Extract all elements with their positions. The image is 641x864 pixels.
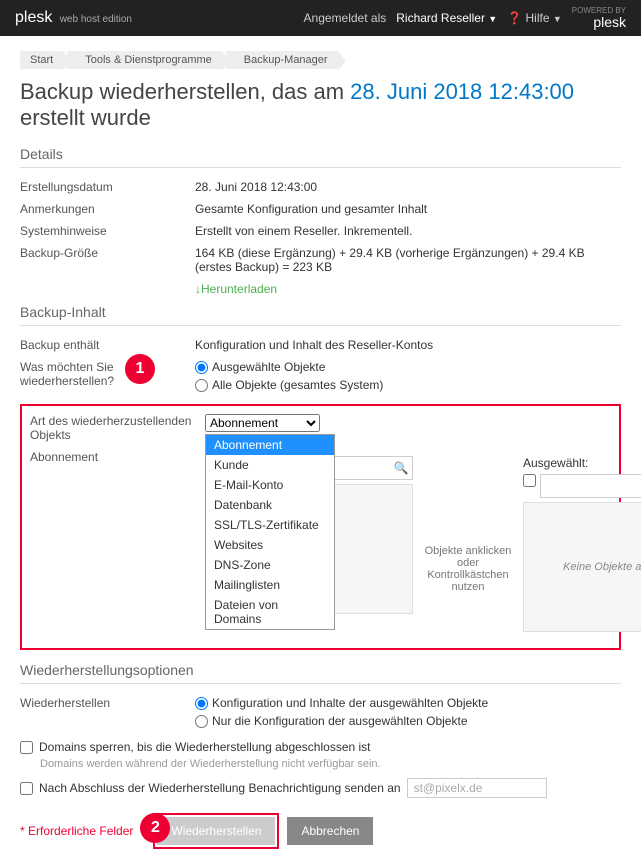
sys-value: Erstellt von einem Reseller. Inkrementel… <box>195 224 621 238</box>
object-type-label: Art des wiederherzustellenden Objekts <box>30 414 205 442</box>
subscription-label: Abonnement <box>30 450 205 464</box>
section-content: Backup-Inhalt <box>20 304 621 326</box>
user-menu[interactable]: Richard Reseller ▼ <box>396 11 497 25</box>
notify-checkbox[interactable] <box>20 782 33 795</box>
restore-mode-label: Wiederherstellen <box>20 696 195 732</box>
download-link[interactable]: Herunterladen <box>201 282 277 296</box>
dd-option[interactable]: Datenbank <box>206 495 334 515</box>
notes-value: Gesamte Konfiguration und gesamter Inhal… <box>195 202 621 216</box>
dd-option[interactable]: Abonnement <box>206 435 334 455</box>
section-details: Details <box>20 146 621 168</box>
size-value: 164 KB (diese Ergänzung) + 29.4 KB (vorh… <box>195 246 621 274</box>
callout-1: 1 <box>125 354 155 384</box>
selected-list: Keine Objekte ausgewählt <box>523 502 641 632</box>
radio-all-objects[interactable] <box>195 379 208 392</box>
restore-what-label: Was möchten Sie wiederherstellen? <box>20 360 195 396</box>
dd-option[interactable]: E-Mail-Konto <box>206 475 334 495</box>
breadcrumb-item[interactable]: Start <box>20 51 63 69</box>
object-type-dropdown: Abonnement Kunde E-Mail-Konto Datenbank … <box>205 434 335 630</box>
chevron-down-icon: ▼ <box>553 14 562 24</box>
dd-option[interactable]: Kunde <box>206 455 334 475</box>
radio-conf-content[interactable] <box>195 697 208 710</box>
restore-button-highlight: 2 Wiederherstellen <box>153 813 279 849</box>
dd-option[interactable]: Dateien von Domains <box>206 595 334 629</box>
top-header: plesk web host edition Angemeldet als Ri… <box>0 0 641 36</box>
contains-label: Backup enthält <box>20 338 195 352</box>
created-value: 28. Juni 2018 12:43:00 <box>195 180 621 194</box>
section-options: Wiederherstellungsoptionen <box>20 662 621 684</box>
footer-row: * Erforderliche Felder 2 Wiederherstelle… <box>20 813 621 849</box>
powered-by: POWERED BY plesk <box>572 7 626 29</box>
chevron-down-icon: ▼ <box>488 14 497 24</box>
dd-option[interactable]: SSL/TLS-Zertifikate <box>206 515 334 535</box>
logged-in-label: Angemeldet als <box>304 11 387 25</box>
brand-edition: web host edition <box>60 14 132 25</box>
dd-option[interactable]: Mailinglisten <box>206 575 334 595</box>
object-selection-box: Art des wiederherzustellenden Objekts Ab… <box>20 404 621 650</box>
restore-button[interactable]: Wiederherstellen <box>157 817 275 845</box>
lock-domains-checkbox[interactable] <box>20 741 33 754</box>
lock-hint: Domains werden während der Wiederherstel… <box>40 758 621 770</box>
object-type-select[interactable]: Abonnement <box>205 414 320 432</box>
notify-email[interactable] <box>407 778 547 798</box>
page-title: Backup wiederherstellen, das am 28. Juni… <box>20 79 621 131</box>
backup-date: 28. Juni 2018 12:43:00 <box>350 79 574 104</box>
select-all-selected[interactable] <box>523 474 536 487</box>
radio-selected-objects[interactable] <box>195 361 208 374</box>
brand: plesk web host edition <box>15 9 132 27</box>
breadcrumb: Start Tools & Dienstprogramme Backup-Man… <box>20 51 621 69</box>
breadcrumb-item[interactable]: Backup-Manager <box>226 51 338 69</box>
search-icon[interactable]: 🔍 <box>390 457 412 479</box>
cancel-button[interactable]: Abbrechen <box>287 817 373 845</box>
contains-value: Konfiguration und Inhalt des Reseller-Ko… <box>195 338 621 352</box>
required-fields-label: * Erforderliche Felder <box>20 824 133 838</box>
header-right: Angemeldet als Richard Reseller ▼ ❓ Hilf… <box>304 7 626 29</box>
breadcrumb-item[interactable]: Tools & Dienstprogramme <box>67 51 222 69</box>
help-menu[interactable]: ❓ Hilfe ▼ <box>507 11 562 25</box>
size-label: Backup-Größe <box>20 246 195 274</box>
dd-option[interactable]: DNS-Zone <box>206 555 334 575</box>
radio-conf-only[interactable] <box>195 715 208 728</box>
created-label: Erstellungsdatum <box>20 180 195 194</box>
brand-name: plesk <box>15 9 52 26</box>
notes-label: Anmerkungen <box>20 202 195 216</box>
sys-label: Systemhinweise <box>20 224 195 238</box>
selected-search[interactable] <box>541 475 641 497</box>
selected-label: Ausgewählt: <box>523 456 641 470</box>
picker-hint: Objekte anklicken oder Kontrollkästchen … <box>423 495 513 593</box>
dd-option[interactable]: Websites <box>206 535 334 555</box>
